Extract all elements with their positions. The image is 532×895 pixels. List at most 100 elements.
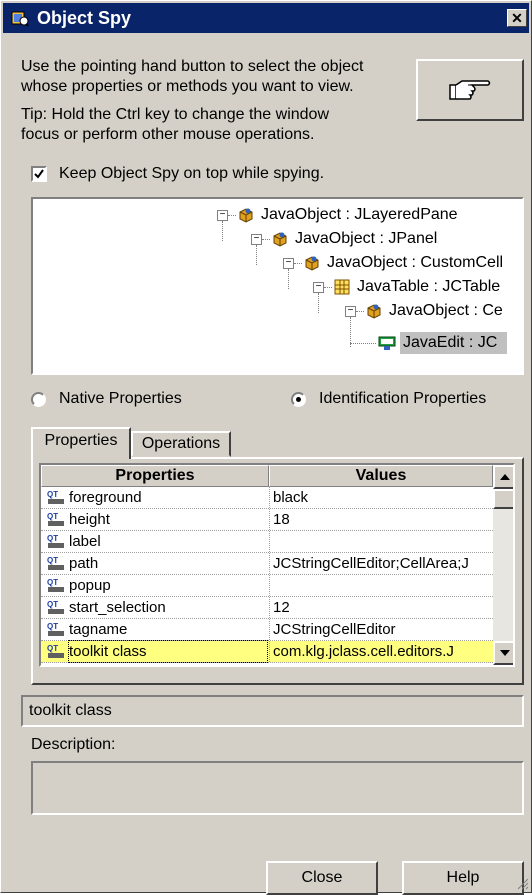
- property-name: tagname: [69, 621, 128, 638]
- svg-text:QT: QT: [47, 490, 58, 499]
- help-button[interactable]: Help: [402, 861, 524, 895]
- tree-node-label: JavaTable : JCTable: [357, 278, 501, 295]
- tab-properties[interactable]: Properties: [31, 427, 131, 459]
- tree-node-label: JavaObject : CustomCell: [327, 254, 504, 271]
- property-name: start_selection: [69, 599, 166, 616]
- tree-connector: [228, 215, 236, 217]
- arrow-up-icon: [500, 474, 510, 480]
- selected-property-field: toolkit class: [21, 695, 524, 727]
- tree-connector: [262, 239, 270, 241]
- table-row-selected[interactable]: QT toolkit class com.klg.jclass.cell.edi…: [41, 640, 493, 663]
- scroll-up-button[interactable]: [493, 465, 513, 489]
- table-row[interactable]: QT popup: [41, 575, 493, 597]
- java-object-icon: [305, 256, 319, 271]
- column-header-properties[interactable]: Properties: [41, 465, 269, 487]
- close-button-label: Close: [301, 869, 343, 886]
- collapse-icon[interactable]: −: [313, 282, 324, 293]
- identification-properties-radio[interactable]: [291, 392, 306, 407]
- instruction-line-1: Use the pointing hand button to select t…: [21, 58, 364, 75]
- qtp-property-icon: QT: [47, 512, 64, 526]
- column-header-values[interactable]: Values: [269, 465, 493, 487]
- column-separator: [269, 575, 271, 596]
- column-separator: [269, 487, 271, 508]
- tip-line-1: Tip: Hold the Ctrl key to change the win…: [21, 106, 330, 123]
- collapse-icon[interactable]: −: [217, 210, 228, 221]
- tree-node-label: JavaObject : JPanel: [295, 230, 438, 247]
- table-row[interactable]: QT path JCStringCellEditor;CellArea;J: [41, 553, 493, 575]
- collapse-icon[interactable]: −: [345, 306, 356, 317]
- qtp-property-icon: QT: [47, 622, 64, 636]
- identification-properties-label: Identification Properties: [319, 390, 487, 407]
- svg-text:QT: QT: [47, 512, 58, 521]
- property-name: foreground: [69, 489, 142, 506]
- pointing-hand-icon: [449, 80, 491, 100]
- svg-text:QT: QT: [47, 534, 58, 543]
- grid-vertical-scrollbar[interactable]: [493, 465, 513, 665]
- close-window-button[interactable]: ✕: [507, 9, 527, 27]
- property-value: 12: [273, 599, 290, 616]
- close-icon: ✕: [511, 10, 523, 26]
- close-button[interactable]: Close: [266, 861, 378, 895]
- collapse-icon[interactable]: −: [251, 234, 262, 245]
- column-separator: [269, 553, 271, 574]
- property-value: com.klg.jclass.cell.editors.J: [273, 643, 454, 660]
- property-name: label: [69, 533, 101, 550]
- scroll-down-button[interactable]: [493, 641, 513, 665]
- tree-connector: [318, 293, 320, 313]
- window-title: Object Spy: [37, 8, 132, 28]
- object-spy-app-icon: [11, 11, 29, 27]
- table-row[interactable]: QT tagname JCStringCellEditor: [41, 619, 493, 641]
- keep-on-top-label: Keep Object Spy on top while spying.: [59, 165, 325, 182]
- tree-node-label: JavaObject : Ce: [389, 302, 503, 319]
- help-button-label: Help: [446, 869, 480, 886]
- qtp-property-icon: QT: [47, 490, 64, 504]
- arrow-down-icon: [500, 650, 510, 656]
- tree-node-label: JavaEdit : JC: [400, 332, 508, 354]
- checkmark-icon: [34, 169, 44, 179]
- native-properties-radio[interactable]: [31, 392, 46, 407]
- keep-on-top-checkbox[interactable]: [31, 166, 47, 182]
- qtp-property-icon: QT: [47, 600, 64, 614]
- property-value: [273, 575, 491, 596]
- description-box: [31, 761, 524, 815]
- tree-connector: [350, 343, 376, 345]
- table-row[interactable]: QT start_selection 12: [41, 597, 493, 619]
- column-separator: [269, 597, 271, 618]
- tab-operations-label: Operations: [141, 435, 221, 452]
- svg-text:QT: QT: [47, 556, 58, 565]
- pointing-hand-button[interactable]: [416, 59, 524, 121]
- scroll-thumb[interactable]: [493, 489, 513, 509]
- object-hierarchy-tree[interactable]: − JavaObject : JLayeredPane − JavaObject…: [31, 197, 524, 375]
- java-table-icon: [334, 279, 350, 295]
- tab-operations[interactable]: Operations: [131, 431, 231, 457]
- table-row[interactable]: QT label: [41, 531, 493, 553]
- qtp-property-icon: QT: [47, 556, 64, 570]
- instruction-line-2: whose properties or methods you want to …: [21, 78, 354, 95]
- tip-line-2: focus or perform other mouse operations.: [21, 126, 315, 143]
- property-name: popup: [69, 577, 111, 594]
- native-properties-option[interactable]: Native Properties: [31, 389, 231, 411]
- property-value: [273, 531, 491, 552]
- tree-node-label: JavaObject : JLayeredPane: [261, 206, 458, 223]
- tree-connector: [288, 269, 290, 289]
- property-value: 18: [273, 511, 290, 528]
- tree-connector: [324, 287, 332, 289]
- java-object-icon: [273, 232, 287, 247]
- java-object-icon: [239, 208, 253, 223]
- tree-connector: [356, 311, 364, 313]
- column-separator: [269, 531, 271, 552]
- identification-properties-option[interactable]: Identification Properties: [291, 389, 521, 411]
- resize-grip-icon[interactable]: [515, 876, 529, 890]
- properties-grid[interactable]: Properties Values QT foreground black QT…: [39, 463, 515, 667]
- property-name: path: [69, 555, 99, 572]
- property-value: JCStringCellEditor;CellArea;J: [273, 555, 469, 572]
- table-row[interactable]: QT height 18: [41, 509, 493, 531]
- table-row[interactable]: QT foreground black: [41, 487, 493, 509]
- grid-header: Properties Values: [41, 465, 493, 487]
- collapse-icon[interactable]: −: [283, 258, 294, 269]
- title-bar[interactable]: Object Spy ✕: [3, 3, 529, 33]
- column-separator: [269, 641, 271, 662]
- column-separator: [269, 509, 271, 530]
- property-value: black: [273, 489, 309, 506]
- svg-text:QT: QT: [47, 644, 58, 653]
